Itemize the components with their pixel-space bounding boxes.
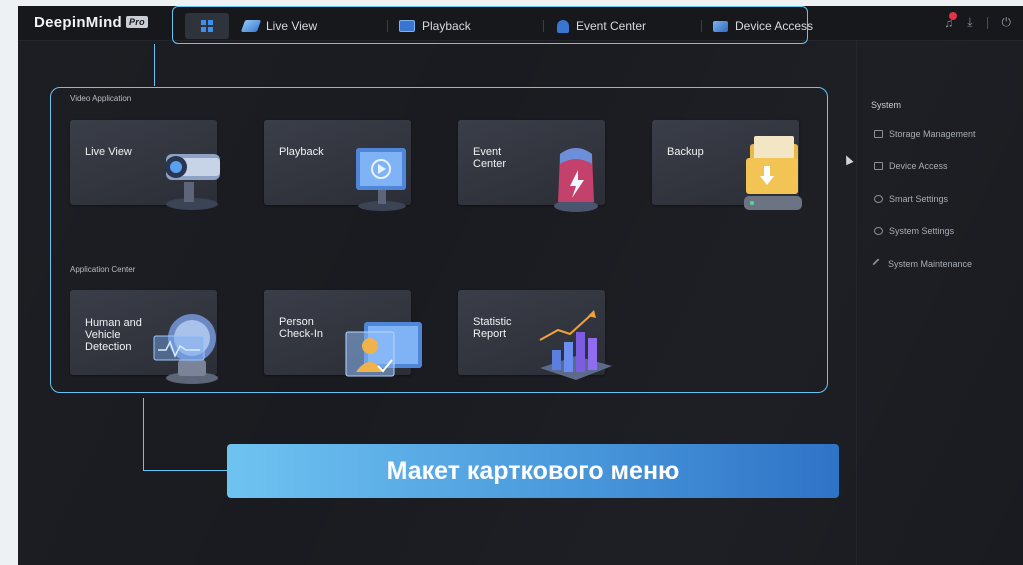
section-label-video: Video Application <box>70 94 132 103</box>
mouse-cursor <box>842 153 854 166</box>
connector-line <box>143 398 228 471</box>
grid-icon <box>201 20 213 32</box>
card-label: Statistic Report <box>473 316 512 340</box>
gear-icon <box>874 227 883 235</box>
caption-banner: Макет карткового меню <box>227 444 839 498</box>
camera-illustration <box>165 154 220 210</box>
nav-separator <box>387 20 388 32</box>
card-live-view[interactable]: Live View <box>70 120 220 210</box>
card-label: Person Check-In <box>279 316 324 340</box>
nav-device-access[interactable]: Device Access <box>713 15 813 37</box>
nav-event-center[interactable]: Event Center <box>557 15 646 37</box>
wrench-icon <box>872 258 884 270</box>
top-right-icons: ♫ ⤓ ⏻ <box>944 11 1012 30</box>
card-label: Backup <box>667 146 704 158</box>
card-label: Human and Vehicle Detection <box>85 317 142 353</box>
monitor-illustration <box>356 148 406 211</box>
connector-line <box>154 44 155 86</box>
device-access-icon <box>874 162 883 170</box>
alarm-badge <box>949 11 958 20</box>
device-icon <box>713 20 728 32</box>
sidebar-item-storage-management[interactable]: Storage Management <box>874 129 976 139</box>
card-human-vehicle-detection[interactable]: Human and Vehicle Detection <box>70 290 218 384</box>
bar-chart-illustration <box>539 310 612 380</box>
detection-robot-illustration <box>153 314 218 384</box>
sidebar-title: System <box>871 100 902 110</box>
top-bar: DeepinMind Pro Live View Playback Event C… <box>18 6 1023 44</box>
power-icon[interactable]: ⏻ <box>1002 15 1012 30</box>
nav-separator <box>701 20 702 32</box>
card-backup[interactable]: Backup <box>652 120 802 210</box>
icon-separator <box>986 16 988 29</box>
sidebar-item-system-settings[interactable]: System Settings <box>874 226 954 236</box>
playback-icon <box>399 20 415 32</box>
card-label: Playback <box>279 146 324 158</box>
nav-playback[interactable]: Playback <box>399 15 471 37</box>
alarm-bell-icon[interactable]: ♫ <box>944 11 958 30</box>
storage-icon <box>874 130 883 138</box>
sidebar-item-system-maintenance[interactable]: System Maintenance <box>872 258 972 270</box>
camera-icon <box>240 20 262 32</box>
person-check-in-illustration <box>345 322 422 377</box>
card-playback[interactable]: Playback <box>264 120 411 211</box>
download-icon[interactable]: ⤓ <box>967 15 972 30</box>
backup-drive-illustration <box>744 136 802 210</box>
home-grid-button[interactable] <box>185 13 229 39</box>
event-icon <box>557 19 569 33</box>
card-statistic-report[interactable]: Statistic Report <box>458 290 612 380</box>
pro-badge: Pro <box>126 16 148 28</box>
card-label: Live View <box>85 146 132 158</box>
app-logo: DeepinMind Pro <box>34 14 148 31</box>
section-label-apps: Application Center <box>70 265 136 274</box>
sidebar-item-device-access[interactable]: Device Access <box>874 161 948 171</box>
nav-separator <box>543 20 544 32</box>
system-sidebar: System Storage Management Device Access … <box>856 40 1023 565</box>
nav-live-view[interactable]: Live View <box>240 15 317 37</box>
alarm-light-illustration <box>554 148 598 212</box>
smart-settings-icon <box>874 195 883 203</box>
card-label: Event Center <box>473 146 507 170</box>
card-person-check-in[interactable]: Person Check-In <box>264 290 422 377</box>
sidebar-item-smart-settings[interactable]: Smart Settings <box>874 194 948 204</box>
top-navigation: Live View Playback Event Center Device A… <box>172 6 813 44</box>
card-event-center[interactable]: Event Center <box>458 120 605 212</box>
